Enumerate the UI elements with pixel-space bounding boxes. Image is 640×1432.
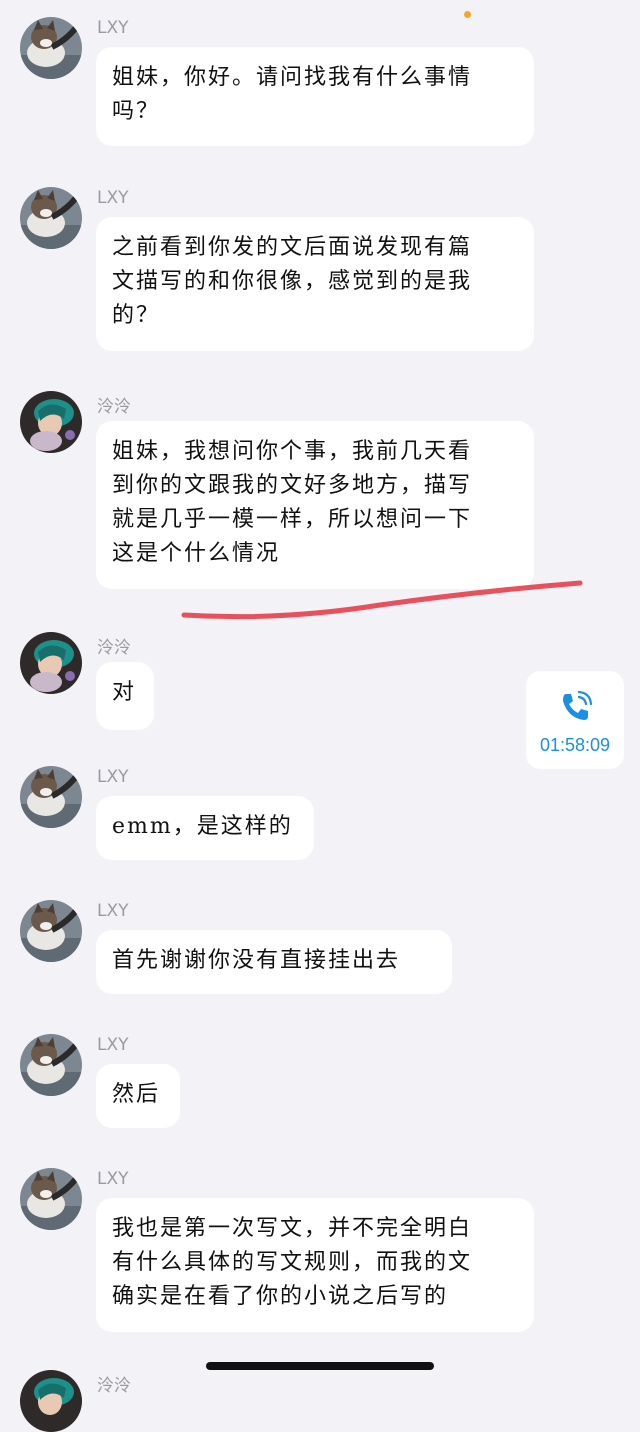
avatar-lxy[interactable] xyxy=(20,766,82,828)
cat-photo-icon xyxy=(20,17,82,79)
sender-name: LXY xyxy=(97,188,129,208)
message-bubble[interactable]: 姐妹，我想问你个事，我前几天看 到你的文跟我的文好多地方，描写 就是几乎一模一样… xyxy=(96,421,534,589)
anime-character-icon xyxy=(20,632,82,694)
message-bubble[interactable]: emm，是这样的 xyxy=(96,796,314,860)
sender-name: LXY xyxy=(97,901,129,921)
avatar-lxy[interactable] xyxy=(20,187,82,249)
message-bubble[interactable]: 对 xyxy=(96,662,154,730)
message-bubble[interactable]: 首先谢谢你没有直接挂出去 xyxy=(96,930,452,994)
anime-character-icon xyxy=(20,1370,82,1432)
cat-photo-icon xyxy=(20,1034,82,1096)
sender-name: 泠泠 xyxy=(97,638,131,658)
avatar-lxy[interactable] xyxy=(20,1168,82,1230)
sender-name: 泠泠 xyxy=(97,397,131,417)
voice-call-card[interactable]: 01:58:09 xyxy=(526,671,624,769)
call-duration: 01:58:09 xyxy=(539,735,611,755)
avatar-lingling[interactable] xyxy=(20,632,82,694)
avatar-lxy[interactable] xyxy=(20,900,82,962)
sender-name: LXY xyxy=(97,1035,129,1055)
message-bubble[interactable]: 姐妹，你好。请问找我有什么事情 吗？ xyxy=(96,47,534,146)
message-bubble[interactable]: 我也是第一次写文，并不完全明白 有什么具体的写文规则，而我的文 确实是在看了你的… xyxy=(96,1198,534,1332)
cat-photo-icon xyxy=(20,766,82,828)
sender-name: 泠泠 xyxy=(97,1376,131,1396)
cat-photo-icon xyxy=(20,900,82,962)
sender-name: LXY xyxy=(97,1169,129,1189)
message-bubble[interactable]: 然后 xyxy=(96,1064,180,1128)
avatar-lingling[interactable] xyxy=(20,1370,82,1432)
sender-name: LXY xyxy=(97,767,129,787)
home-indicator[interactable] xyxy=(206,1362,434,1370)
cat-photo-icon xyxy=(20,1168,82,1230)
message-bubble[interactable]: 之前看到你发的文后面说发现有篇 文描写的和你很像，感觉到的是我 的？ xyxy=(96,217,534,351)
status-indicator-dot xyxy=(464,11,471,18)
sender-name: LXY xyxy=(97,18,129,38)
cat-photo-icon xyxy=(20,187,82,249)
avatar-lingling[interactable] xyxy=(20,391,82,453)
avatar-lxy[interactable] xyxy=(20,17,82,79)
avatar-lxy[interactable] xyxy=(20,1034,82,1096)
phone-call-icon xyxy=(563,690,593,720)
anime-character-icon xyxy=(20,391,82,453)
highlight-underline xyxy=(181,580,583,620)
